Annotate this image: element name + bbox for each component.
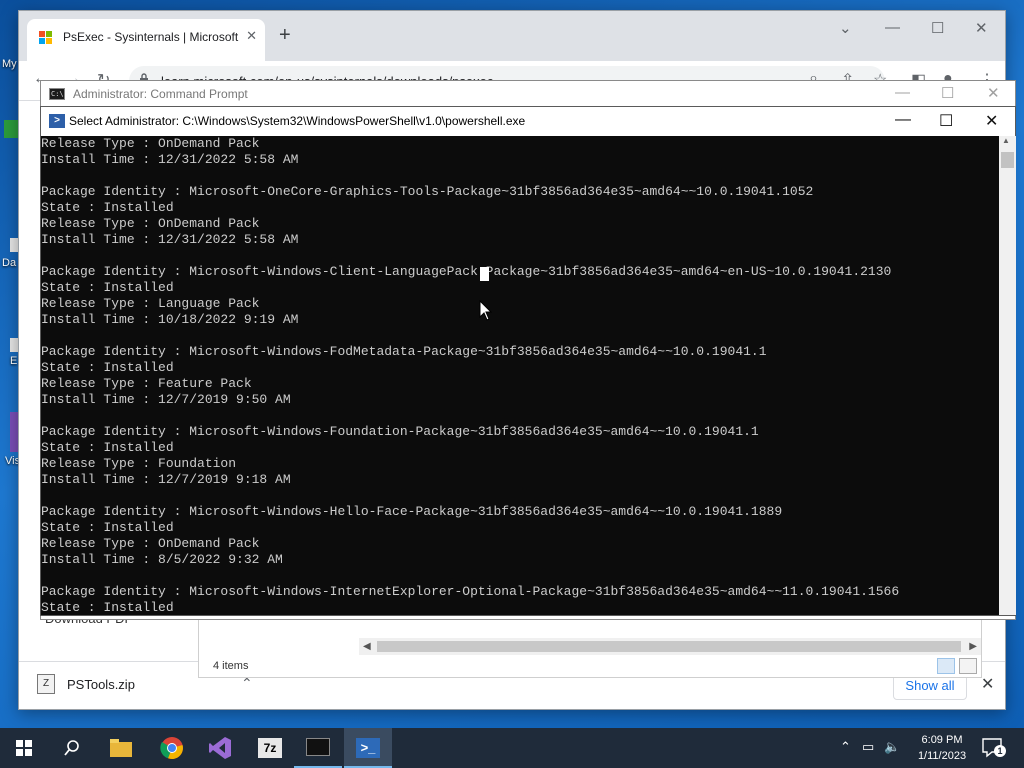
console-line: State : Installed bbox=[41, 520, 174, 535]
console-line: Install Time : 12/7/2019 9:18 AM bbox=[41, 472, 291, 487]
maximize-button[interactable]: ☐ bbox=[941, 84, 954, 102]
scroll-left-icon[interactable]: ◀ bbox=[363, 638, 371, 655]
console-line: Package Identity : Microsoft-Windows-Hel… bbox=[41, 504, 783, 519]
search-icon bbox=[64, 740, 79, 756]
minimize-button[interactable]: — bbox=[895, 84, 910, 101]
console-line: Package Identity : Microsoft-Windows-Fod… bbox=[41, 344, 767, 359]
console-line: Package Identity : Microsoft-Windows-Cli… bbox=[41, 264, 892, 279]
clock[interactable]: 6:09 PM 1/11/2023 bbox=[906, 732, 978, 764]
clock-time: 6:09 PM bbox=[921, 734, 963, 746]
scrollbar-thumb[interactable] bbox=[1001, 152, 1014, 168]
tab-psexec[interactable]: PsExec - Sysinternals | Microsoft ✕ bbox=[27, 19, 265, 61]
console-line: Release Type : OnDemand Pack bbox=[41, 136, 260, 151]
visual-studio-icon bbox=[209, 737, 231, 759]
zip-file-icon: Z bbox=[37, 674, 55, 694]
tab-title: PsExec - Sysinternals | Microsoft bbox=[63, 30, 239, 44]
powershell-icon: >_ bbox=[356, 738, 380, 758]
console-line: Package Identity : Microsoft-Windows-Int… bbox=[41, 584, 900, 599]
new-tab-button[interactable]: + bbox=[279, 25, 291, 45]
notification-count: 1 bbox=[994, 745, 1006, 757]
scrollbar-thumb[interactable] bbox=[377, 641, 961, 652]
chevron-up-icon[interactable]: ⌃ bbox=[840, 739, 851, 755]
mouse-pointer-icon bbox=[479, 300, 493, 321]
taskbar-7zip[interactable]: 7z bbox=[246, 728, 294, 768]
details-view-icon[interactable] bbox=[937, 658, 955, 674]
taskbar-visual-studio[interactable] bbox=[196, 728, 244, 768]
console-output[interactable]: Release Type : OnDemand Pack Install Time… bbox=[41, 136, 999, 615]
vertical-scrollbar[interactable]: ▲ bbox=[999, 136, 1016, 615]
item-count: 4 items bbox=[213, 660, 249, 672]
desktop-icon-label: Da bbox=[2, 257, 17, 269]
console-line: State : Installed bbox=[41, 280, 174, 295]
microsoft-logo-icon bbox=[39, 31, 53, 45]
console-line: Release Type : OnDemand Pack bbox=[41, 536, 260, 551]
desktop-icon[interactable] bbox=[0, 110, 20, 150]
console-line: Package Identity : Microsoft-OneCore-Gra… bbox=[41, 184, 814, 199]
taskbar-cmd[interactable] bbox=[294, 728, 342, 768]
console-line: Release Type : Foundation bbox=[41, 456, 237, 471]
network-icon[interactable]: ▭ bbox=[862, 739, 874, 755]
minimize-button[interactable]: — bbox=[895, 111, 911, 129]
text-selection-cursor bbox=[480, 267, 489, 281]
console-line: Release Type : OnDemand Pack bbox=[41, 216, 260, 231]
tab-strip: PsExec - Sysinternals | Microsoft ✕ + ⌄ … bbox=[19, 11, 1005, 61]
minimize-button[interactable]: — bbox=[885, 19, 900, 36]
cmd-icon: C:\ bbox=[49, 88, 65, 100]
console-line: State : Installed bbox=[41, 360, 174, 375]
console-line: Install Time : 12/7/2019 9:50 AM bbox=[41, 392, 291, 407]
large-icons-view-icon[interactable] bbox=[959, 658, 977, 674]
console-line: Release Type : Feature Pack bbox=[41, 376, 252, 391]
console-line: Release Type : Language Pack bbox=[41, 296, 260, 311]
scroll-up-icon[interactable]: ▲ bbox=[1002, 136, 1010, 145]
console-line: Install Time : 12/31/2022 5:58 AM bbox=[41, 232, 299, 247]
console-line: State : Installed bbox=[41, 600, 174, 615]
start-button[interactable] bbox=[0, 728, 48, 768]
download-file-name: PSTools.zip bbox=[67, 677, 135, 692]
notification-icon[interactable]: 1 bbox=[982, 738, 1006, 758]
desktop-icon-label: E bbox=[10, 355, 18, 367]
taskbar-file-explorer[interactable] bbox=[98, 728, 146, 768]
close-button[interactable]: ✕ bbox=[975, 19, 988, 37]
tab-search-icon[interactable]: ⌄ bbox=[839, 19, 852, 37]
cmd-title: Administrator: Command Prompt bbox=[73, 87, 248, 101]
close-button[interactable]: ✕ bbox=[987, 84, 1000, 102]
windows-logo-icon bbox=[16, 740, 32, 756]
7zip-icon: 7z bbox=[258, 738, 282, 758]
file-explorer-icon bbox=[110, 739, 132, 757]
cmd-title-bar[interactable]: C:\ Administrator: Command Prompt — ☐ ✕ bbox=[41, 81, 1015, 107]
taskbar: 7z >_ ⌃ ▭ 🔈 6:09 PM 1/11/2023 1 bbox=[0, 728, 1024, 768]
console-line: Package Identity : Microsoft-Windows-Fou… bbox=[41, 424, 759, 439]
taskbar-chrome[interactable] bbox=[148, 728, 196, 768]
powershell-title: Select Administrator: C:\Windows\System3… bbox=[69, 114, 526, 128]
console-line: State : Installed bbox=[41, 200, 174, 215]
horizontal-scrollbar[interactable]: ◀ ▶ bbox=[359, 638, 981, 655]
search-button[interactable] bbox=[48, 728, 96, 768]
desktop-icon-label: My bbox=[2, 58, 17, 70]
powershell-title-bar[interactable]: > Select Administrator: C:\Windows\Syste… bbox=[41, 107, 1015, 136]
powershell-icon: > bbox=[49, 114, 65, 128]
close-icon[interactable]: ✕ bbox=[981, 674, 994, 694]
tab-close-icon[interactable]: ✕ bbox=[246, 28, 257, 44]
volume-icon[interactable]: 🔈 bbox=[884, 739, 900, 755]
maximize-button[interactable]: ☐ bbox=[931, 19, 944, 37]
console-line: Install Time : 12/31/2022 5:58 AM bbox=[41, 152, 299, 167]
clock-date: 1/11/2023 bbox=[917, 750, 967, 762]
close-button[interactable]: ✕ bbox=[985, 111, 998, 131]
console-line: State : Installed bbox=[41, 440, 174, 455]
console-line: Install Time : 10/18/2022 9:19 AM bbox=[41, 312, 299, 327]
cmd-icon bbox=[306, 738, 330, 756]
taskbar-powershell[interactable]: >_ bbox=[344, 728, 392, 768]
scroll-right-icon[interactable]: ▶ bbox=[969, 638, 977, 655]
chrome-icon bbox=[160, 737, 183, 760]
powershell-window: > Select Administrator: C:\Windows\Syste… bbox=[40, 106, 1016, 616]
console-line: Install Time : 8/5/2022 9:32 AM bbox=[41, 552, 283, 567]
maximize-button[interactable]: ☐ bbox=[939, 111, 953, 131]
file-explorer-window: ◀ ▶ 4 items bbox=[198, 617, 982, 678]
